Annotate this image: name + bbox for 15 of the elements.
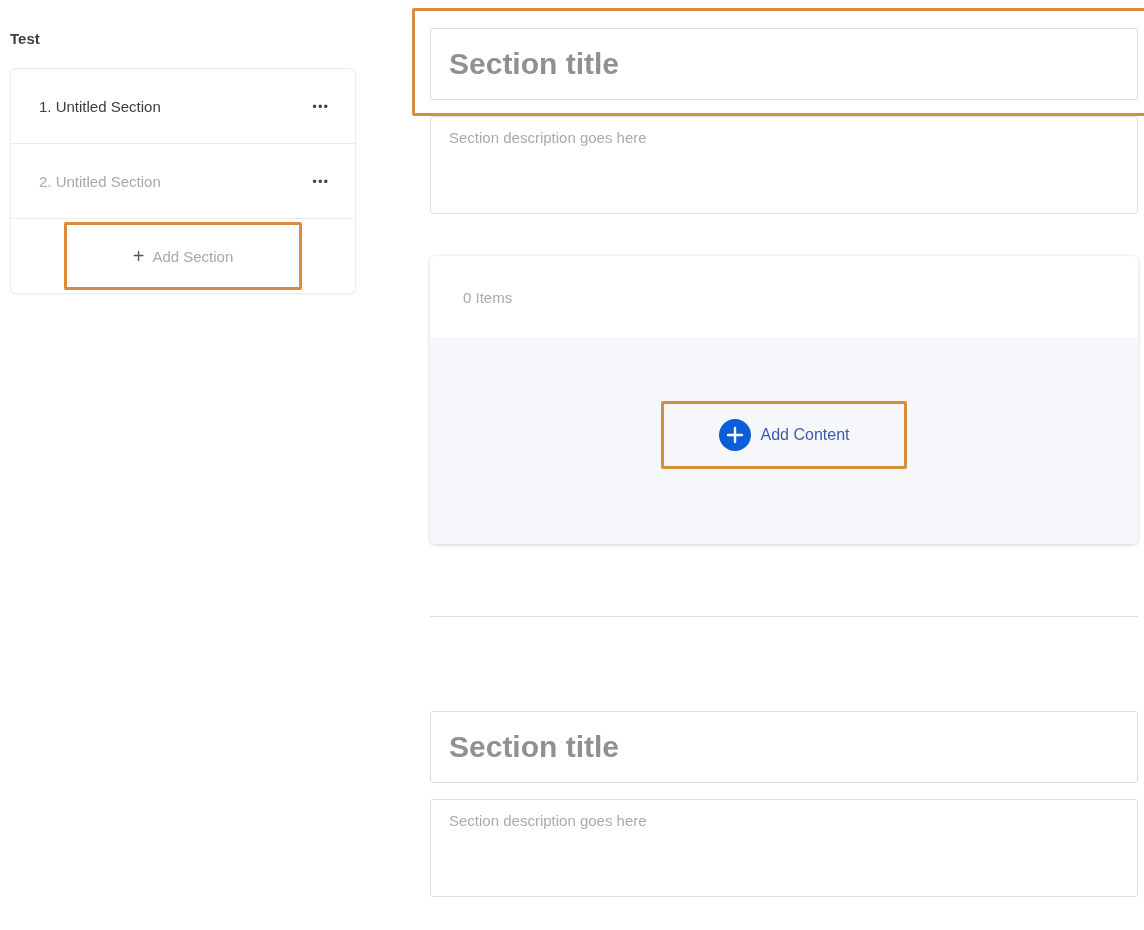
course-title: Test [10, 30, 41, 47]
section-label: 1. Untitled Section [39, 97, 161, 115]
item-count: 0 Items [463, 288, 513, 306]
section-title-field[interactable]: Section title [430, 28, 1138, 100]
section-title-field[interactable]: Section title [430, 711, 1138, 783]
more-menu[interactable]: ••• [312, 98, 329, 114]
section-description-field[interactable]: Section description goes here [430, 799, 1138, 897]
plus-circle-icon [718, 418, 751, 451]
section-item[interactable]: 2. Untitled Section ••• [11, 144, 355, 219]
section-item[interactable]: 1. Untitled Section ••• [11, 69, 355, 144]
add-section-button[interactable]: + Add Section [67, 225, 299, 287]
section-label: 2. Untitled Section [39, 172, 161, 190]
add-content-button[interactable]: Add Content [671, 403, 897, 466]
section-description-field[interactable]: Section description goes here [430, 116, 1138, 214]
more-menu[interactable]: ••• [312, 173, 329, 189]
